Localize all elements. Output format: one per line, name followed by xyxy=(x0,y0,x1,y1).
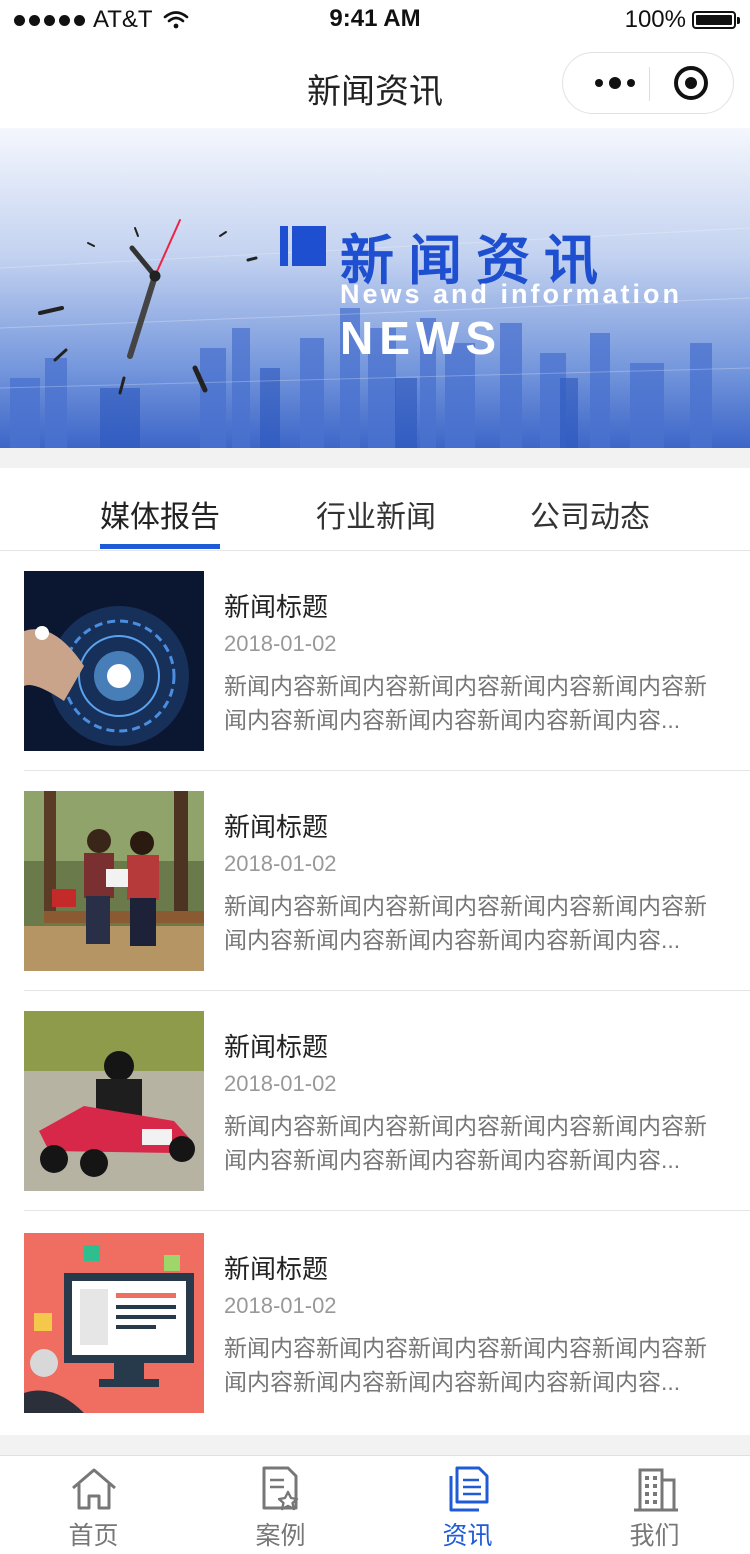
mini-program-capsule xyxy=(562,52,734,114)
banner-title-news: NEWS xyxy=(340,312,502,364)
tabbar-label: 案例 xyxy=(255,1522,306,1550)
news-date: 2018-01-02 xyxy=(224,631,337,656)
computer-illustration-image xyxy=(24,1233,204,1413)
tech-hand-image xyxy=(24,571,204,751)
home-icon xyxy=(72,1468,116,1510)
nav-bar: 新闻资讯 xyxy=(0,40,750,128)
news-desc: 新闻内容新闻内容新闻内容新闻内容新闻内容新闻内容新闻内容新闻内容新闻内容新闻内容… xyxy=(224,673,707,733)
tab-industry-news[interactable]: 行业新闻 xyxy=(316,492,436,536)
news-item[interactable]: 新闻标题 2018-01-02 新闻内容新闻内容新闻内容新闻内容新闻内容新闻内容… xyxy=(24,1213,750,1433)
students-bench-image xyxy=(24,791,204,971)
news-date: 2018-01-02 xyxy=(224,851,337,876)
tab-company-news[interactable]: 公司动态 xyxy=(530,492,650,536)
news-item[interactable]: 新闻标题 2018-01-02 新闻内容新闻内容新闻内容新闻内容新闻内容新闻内容… xyxy=(24,991,750,1211)
news-desc: 新闻内容新闻内容新闻内容新闻内容新闻内容新闻内容新闻内容新闻内容新闻内容新闻内容… xyxy=(224,893,707,953)
battery-percent: 100% xyxy=(624,6,686,33)
tabbar-news[interactable]: 资讯 xyxy=(374,1456,561,1554)
news-item[interactable]: 新闻标题 2018-01-02 新闻内容新闻内容新闻内容新闻内容新闻内容新闻内容… xyxy=(24,771,750,991)
tabbar-home[interactable]: 首页 xyxy=(0,1456,187,1554)
case-doc-icon xyxy=(262,1466,299,1511)
divider xyxy=(24,1210,750,1211)
target-close-icon[interactable] xyxy=(671,63,711,103)
status-bar: AT&T 9:41 AM 100% xyxy=(0,0,750,40)
news-desc: 新闻内容新闻内容新闻内容新闻内容新闻内容新闻内容新闻内容新闻内容新闻内容新闻内容… xyxy=(224,1335,707,1395)
news-item[interactable]: 新闻标题 2018-01-02 新闻内容新闻内容新闻内容新闻内容新闻内容新闻内容… xyxy=(24,551,750,771)
active-tab-indicator xyxy=(100,544,220,549)
battery-icon xyxy=(692,11,740,29)
status-right: 100% xyxy=(624,6,740,34)
news-title: 新闻标题 xyxy=(224,1032,329,1062)
tabbar-case[interactable]: 案例 xyxy=(187,1456,374,1554)
news-date: 2018-01-02 xyxy=(224,1293,337,1318)
tabbar-label: 资讯 xyxy=(442,1522,493,1550)
banner-bar-icon xyxy=(280,226,326,266)
capsule-divider xyxy=(649,67,650,101)
tabbar-label: 我们 xyxy=(629,1522,680,1550)
more-dots-icon[interactable] xyxy=(585,53,645,113)
news-banner: 新闻资讯 News and information NEWS xyxy=(0,128,750,448)
news-doc-icon xyxy=(449,1466,489,1512)
news-desc: 新闻内容新闻内容新闻内容新闻内容新闻内容新闻内容新闻内容新闻内容新闻内容新闻内容… xyxy=(224,1113,707,1173)
bottom-tab-bar: 首页 案例 资讯 我们 xyxy=(0,1455,750,1554)
tab-media-report[interactable]: 媒体报告 xyxy=(100,492,220,536)
tabbar-label: 首页 xyxy=(68,1522,119,1550)
go-kart-image xyxy=(24,1011,204,1191)
news-title: 新闻标题 xyxy=(224,812,329,842)
banner-title-en: News and information xyxy=(340,279,683,309)
tabbar-about[interactable]: 我们 xyxy=(561,1456,748,1554)
news-title: 新闻标题 xyxy=(224,592,329,622)
news-list: 新闻标题 2018-01-02 新闻内容新闻内容新闻内容新闻内容新闻内容新闻内容… xyxy=(0,551,750,1435)
building-icon xyxy=(634,1468,678,1512)
news-date: 2018-01-02 xyxy=(224,1071,337,1096)
category-tabs: 媒体报告 行业新闻 公司动态 xyxy=(0,468,750,551)
news-title: 新闻标题 xyxy=(224,1254,329,1284)
